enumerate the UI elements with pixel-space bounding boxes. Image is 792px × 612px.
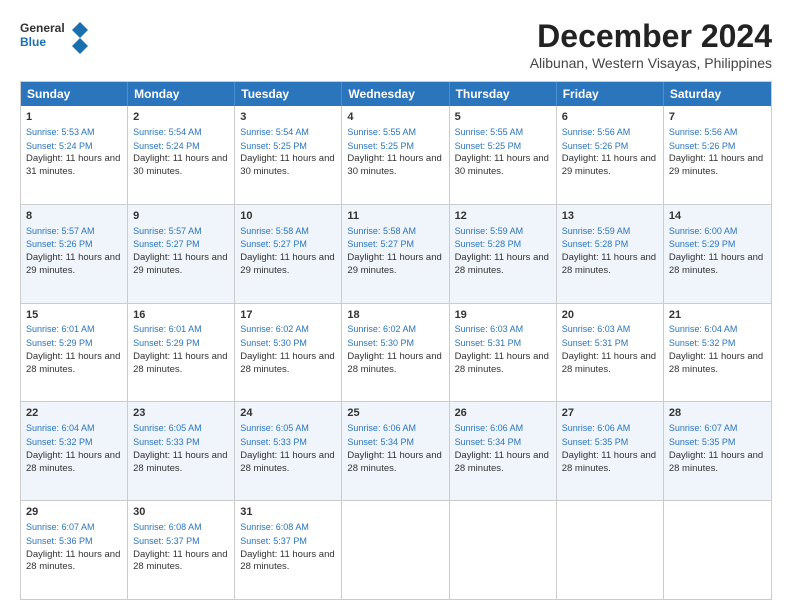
cal-row: 29 Sunrise: 6:07 AM Sunset: 5:36 PM Dayl… — [21, 500, 771, 599]
cal-row: 15 Sunrise: 6:01 AM Sunset: 5:29 PM Dayl… — [21, 303, 771, 402]
cal-cell: 4 Sunrise: 5:55 AM Sunset: 5:25 PM Dayli… — [342, 106, 449, 204]
cal-row: 1 Sunrise: 5:53 AM Sunset: 5:24 PM Dayli… — [21, 106, 771, 204]
cal-cell: 31 Sunrise: 6:08 AM Sunset: 5:37 PM Dayl… — [235, 501, 342, 599]
page: General Blue December 2024 Alibunan, Wes… — [0, 0, 792, 612]
cal-cell: 17 Sunrise: 6:02 AM Sunset: 5:30 PM Dayl… — [235, 304, 342, 402]
cal-cell: 14 Sunrise: 6:00 AM Sunset: 5:29 PM Dayl… — [664, 205, 771, 303]
cal-cell: 26 Sunrise: 6:06 AM Sunset: 5:34 PM Dayl… — [450, 402, 557, 500]
cal-cell: 27 Sunrise: 6:06 AM Sunset: 5:35 PM Dayl… — [557, 402, 664, 500]
cal-cell: 1 Sunrise: 5:53 AM Sunset: 5:24 PM Dayli… — [21, 106, 128, 204]
header-sunday: Sunday — [21, 82, 128, 106]
header: General Blue December 2024 Alibunan, Wes… — [20, 18, 772, 71]
cal-cell: 22 Sunrise: 6:04 AM Sunset: 5:32 PM Dayl… — [21, 402, 128, 500]
cal-cell: 29 Sunrise: 6:07 AM Sunset: 5:36 PM Dayl… — [21, 501, 128, 599]
cal-cell: 28 Sunrise: 6:07 AM Sunset: 5:35 PM Dayl… — [664, 402, 771, 500]
cal-cell: 11 Sunrise: 5:58 AM Sunset: 5:27 PM Dayl… — [342, 205, 449, 303]
cal-cell: 24 Sunrise: 6:05 AM Sunset: 5:33 PM Dayl… — [235, 402, 342, 500]
cal-cell: 19 Sunrise: 6:03 AM Sunset: 5:31 PM Dayl… — [450, 304, 557, 402]
svg-text:General: General — [20, 21, 65, 35]
cal-cell: 7 Sunrise: 5:56 AM Sunset: 5:26 PM Dayli… — [664, 106, 771, 204]
header-tuesday: Tuesday — [235, 82, 342, 106]
cal-cell: 5 Sunrise: 5:55 AM Sunset: 5:25 PM Dayli… — [450, 106, 557, 204]
cal-cell: 30 Sunrise: 6:08 AM Sunset: 5:37 PM Dayl… — [128, 501, 235, 599]
header-monday: Monday — [128, 82, 235, 106]
svg-text:Blue: Blue — [20, 35, 46, 49]
cal-cell: 23 Sunrise: 6:05 AM Sunset: 5:33 PM Dayl… — [128, 402, 235, 500]
cal-cell: 12 Sunrise: 5:59 AM Sunset: 5:28 PM Dayl… — [450, 205, 557, 303]
cal-row: 22 Sunrise: 6:04 AM Sunset: 5:32 PM Dayl… — [21, 401, 771, 500]
month-title: December 2024 — [530, 18, 772, 55]
logo: General Blue — [20, 18, 90, 56]
location: Alibunan, Western Visayas, Philippines — [530, 55, 772, 71]
cal-cell: 3 Sunrise: 5:54 AM Sunset: 5:25 PM Dayli… — [235, 106, 342, 204]
cal-cell: 13 Sunrise: 5:59 AM Sunset: 5:28 PM Dayl… — [557, 205, 664, 303]
header-thursday: Thursday — [450, 82, 557, 106]
cal-cell: 18 Sunrise: 6:02 AM Sunset: 5:30 PM Dayl… — [342, 304, 449, 402]
cal-row: 8 Sunrise: 5:57 AM Sunset: 5:26 PM Dayli… — [21, 204, 771, 303]
cal-cell: 8 Sunrise: 5:57 AM Sunset: 5:26 PM Dayli… — [21, 205, 128, 303]
calendar: Sunday Monday Tuesday Wednesday Thursday… — [20, 81, 772, 600]
header-saturday: Saturday — [664, 82, 771, 106]
cal-cell: 9 Sunrise: 5:57 AM Sunset: 5:27 PM Dayli… — [128, 205, 235, 303]
cal-cell — [664, 501, 771, 599]
cal-cell — [342, 501, 449, 599]
calendar-header: Sunday Monday Tuesday Wednesday Thursday… — [21, 82, 771, 106]
cal-cell — [557, 501, 664, 599]
cal-cell: 15 Sunrise: 6:01 AM Sunset: 5:29 PM Dayl… — [21, 304, 128, 402]
cal-cell: 10 Sunrise: 5:58 AM Sunset: 5:27 PM Dayl… — [235, 205, 342, 303]
logo-svg: General Blue — [20, 18, 90, 56]
cal-cell: 6 Sunrise: 5:56 AM Sunset: 5:26 PM Dayli… — [557, 106, 664, 204]
cal-cell: 20 Sunrise: 6:03 AM Sunset: 5:31 PM Dayl… — [557, 304, 664, 402]
cal-cell: 16 Sunrise: 6:01 AM Sunset: 5:29 PM Dayl… — [128, 304, 235, 402]
cal-cell — [450, 501, 557, 599]
calendar-body: 1 Sunrise: 5:53 AM Sunset: 5:24 PM Dayli… — [21, 106, 771, 599]
cal-cell: 25 Sunrise: 6:06 AM Sunset: 5:34 PM Dayl… — [342, 402, 449, 500]
title-block: December 2024 Alibunan, Western Visayas,… — [530, 18, 772, 71]
cal-cell: 2 Sunrise: 5:54 AM Sunset: 5:24 PM Dayli… — [128, 106, 235, 204]
cal-cell: 21 Sunrise: 6:04 AM Sunset: 5:32 PM Dayl… — [664, 304, 771, 402]
header-friday: Friday — [557, 82, 664, 106]
header-wednesday: Wednesday — [342, 82, 449, 106]
